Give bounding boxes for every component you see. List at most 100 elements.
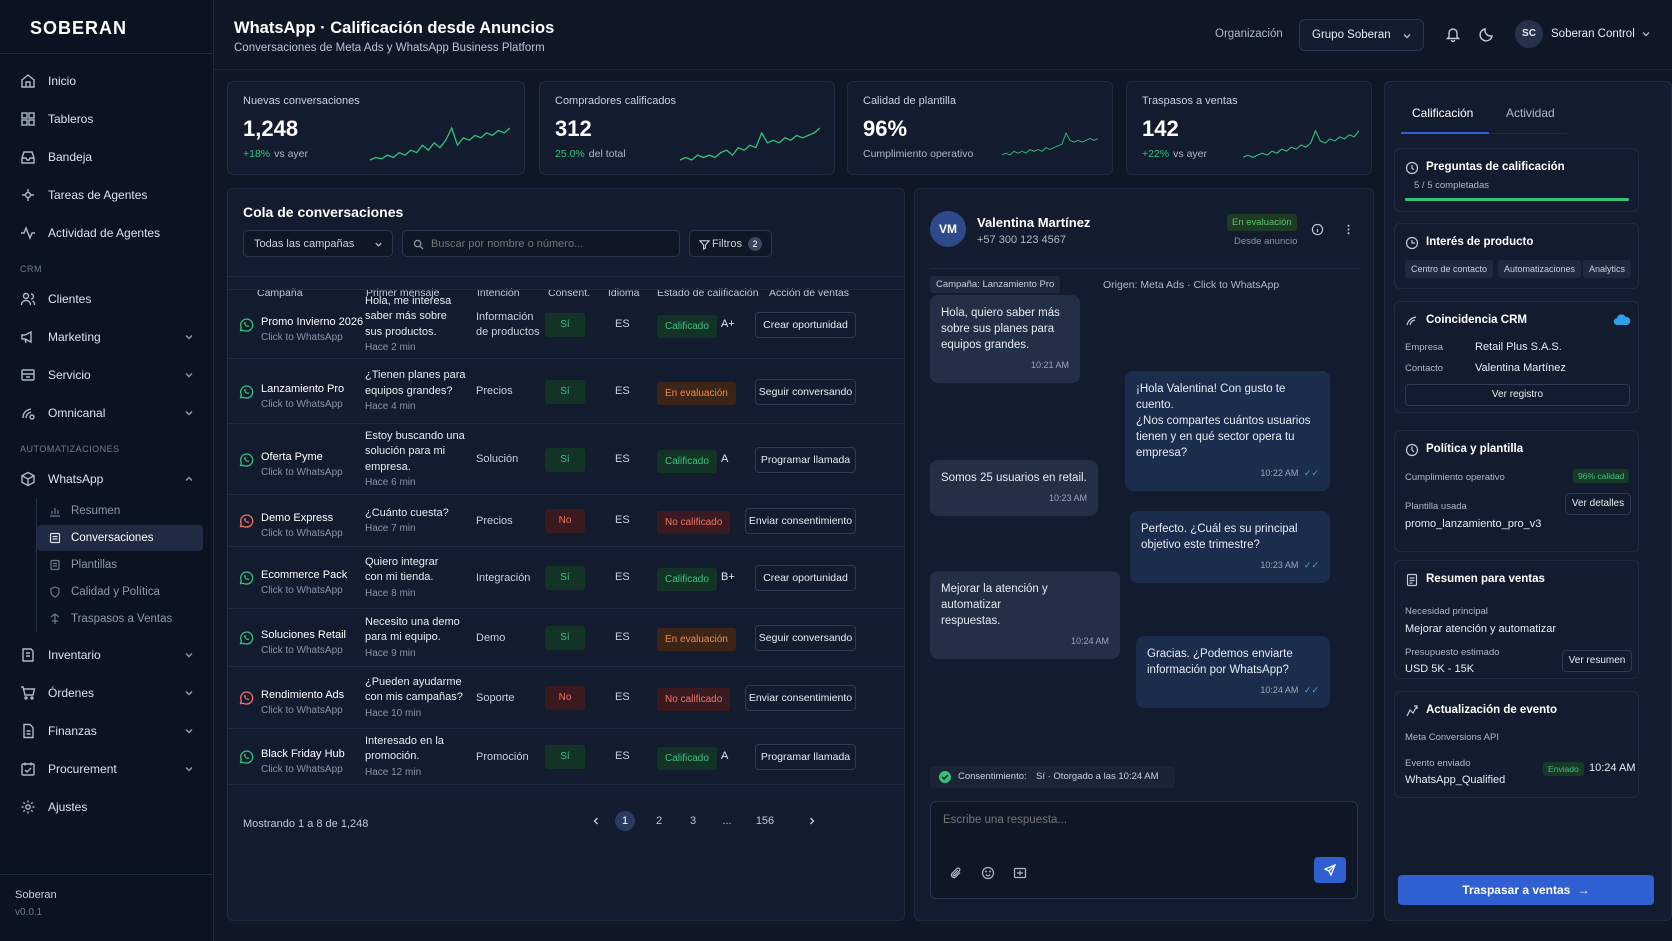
- kpi-delta-note: vs ayer: [1173, 148, 1207, 160]
- omnichannel-icon: [22, 408, 35, 420]
- sidebar-item-ajustes[interactable]: Ajustes: [0, 788, 213, 826]
- user-name[interactable]: Soberan Control: [1551, 28, 1635, 40]
- sidebar-item-whatsapp[interactable]: WhatsApp: [0, 460, 213, 498]
- subnav-item-calidad[interactable]: Calidad y Política: [37, 579, 203, 605]
- table-row[interactable]: Rendimiento Ads Click to WhatsApp ¿Pueden …: [228, 666, 904, 728]
- search-input[interactable]: [431, 236, 671, 252]
- users-icon: [20, 292, 36, 306]
- event-time: 10:24 AM: [1589, 762, 1636, 774]
- first-message-cell: Necesito una demo para mi equipo. Hace 9 m…: [365, 615, 470, 662]
- sidebar-item-tareas-agentes[interactable]: Tareas de Agentes: [0, 176, 213, 214]
- info-icon[interactable]: [1311, 223, 1324, 236]
- page-button-2[interactable]: 2: [649, 811, 669, 831]
- intent-line: Integración: [476, 571, 531, 584]
- subnav-item-conversaciones[interactable]: Conversaciones: [37, 525, 203, 551]
- chevron-right-icon[interactable]: [807, 816, 817, 826]
- sidebar-item-procurement[interactable]: Procurement: [0, 750, 213, 788]
- sidebar-item-actividad-agentes[interactable]: Actividad de Agentes: [0, 214, 213, 252]
- intent-line: Información: [476, 310, 534, 323]
- sidebar-item-inicio[interactable]: Inicio: [0, 62, 213, 100]
- sales-action-button[interactable]: Programar llamada: [755, 446, 856, 473]
- policy-template-value: promo_lanzamiento_pro_v3: [1405, 518, 1542, 530]
- table-row[interactable]: Ecommerce Pack Click to WhatsApp Quiero in…: [228, 546, 904, 608]
- sidebar-item-inventario[interactable]: Inventario: [0, 636, 213, 674]
- user-avatar[interactable]: SC: [1515, 20, 1543, 48]
- table-row[interactable]: Soluciones Retail Click to WhatsApp Necesi…: [228, 608, 904, 666]
- sidebar-item-omnicanal[interactable]: Omnicanal: [0, 394, 213, 432]
- sidebar-item-ordenes[interactable]: Órdenes: [0, 674, 213, 712]
- chevron-left-icon[interactable]: [591, 816, 601, 826]
- subnav-item-label: Traspasos a Ventas: [71, 613, 173, 625]
- sales-action-button[interactable]: Programar llamada: [755, 744, 856, 770]
- sales-action-button[interactable]: Seguir conversando: [755, 625, 856, 651]
- table-row[interactable]: Lanzamiento Pro Click to WhatsApp ¿Tienen …: [228, 358, 904, 423]
- chevron-down-icon: [185, 335, 193, 340]
- message-line: Somos 25 usuarios en retail.: [941, 472, 1087, 484]
- kpi-delta-note: vs ayer: [274, 148, 308, 160]
- sidebar-item-clientes[interactable]: Clientes: [0, 280, 213, 318]
- message-line: ¿Nos compartes cuántos usuarios: [1136, 415, 1311, 427]
- tab-calificacion[interactable]: Calificación: [1412, 106, 1473, 120]
- consent-cell: Sí: [545, 379, 585, 404]
- send-icon: [1324, 864, 1336, 876]
- table-row[interactable]: Demo Express Click to WhatsApp ¿Cuánto cue…: [228, 494, 904, 546]
- view-record-button[interactable]: Ver registro: [1405, 384, 1630, 406]
- sales-action-button[interactable]: Enviar consentimiento: [745, 685, 856, 711]
- more-vertical-icon[interactable]: [1342, 223, 1355, 236]
- reply-input[interactable]: [943, 814, 1343, 844]
- crm-match-section: Coincidencia CRM Empresa Retail Plus S.A…: [1394, 301, 1639, 413]
- chevron-down-icon[interactable]: [1640, 28, 1652, 40]
- tab-actividad[interactable]: Actividad: [1506, 106, 1555, 120]
- crm-company-label: Empresa: [1405, 342, 1444, 353]
- sidebar-item-servicio[interactable]: Servicio: [0, 356, 213, 394]
- incoming-message: Somos 25 usuarios en retail. 10:23 AM: [930, 460, 1098, 516]
- subnav-item-plantillas[interactable]: Plantillas: [37, 552, 203, 578]
- filters-count-badge: 2: [748, 237, 762, 251]
- consent-badge: No: [545, 509, 585, 533]
- sales-action-button[interactable]: Crear oportunidad: [755, 565, 856, 591]
- outgoing-message: Perfecto. ¿Cuál es su principal objetivo …: [1130, 511, 1330, 583]
- campaign-filter-select[interactable]: Todas las campañas: [243, 230, 393, 257]
- kpi-delta: Cumplimiento operativo: [863, 148, 973, 160]
- view-summary-button[interactable]: Ver resumen: [1562, 650, 1632, 672]
- first-message-cell: Quiero integrar con mi tienda. Hace 8 min: [365, 555, 470, 602]
- sidebar-item-finanzas[interactable]: Finanzas: [0, 712, 213, 750]
- page-button-last[interactable]: 156: [750, 811, 780, 831]
- emoji-icon[interactable]: [981, 866, 995, 880]
- sales-action-button[interactable]: Seguir conversando: [755, 378, 856, 405]
- template-insert-icon[interactable]: [1013, 866, 1027, 880]
- search-box[interactable]: [402, 230, 680, 257]
- view-details-button[interactable]: Ver detalles: [1565, 493, 1631, 515]
- consent-cell: Sí: [545, 447, 585, 472]
- sidebar-item-bandeja[interactable]: Bandeja: [0, 138, 213, 176]
- filters-button[interactable]: Filtros 2: [689, 230, 772, 257]
- sales-action-button[interactable]: Crear oportunidad: [755, 311, 856, 338]
- organization-select[interactable]: Grupo Soberan: [1299, 19, 1424, 51]
- sidebar-item-label: Finanzas: [48, 724, 97, 738]
- moon-icon[interactable]: [1479, 26, 1495, 42]
- message-time: 10:23 AM: [1048, 493, 1087, 503]
- page-button-1[interactable]: 1: [615, 811, 635, 831]
- message-time: Hace 8 min: [365, 587, 416, 599]
- kpi-label: Nuevas conversaciones: [243, 95, 360, 107]
- sidebar-item-marketing[interactable]: Marketing: [0, 318, 213, 356]
- handoff-to-sales-button[interactable]: Traspasar a ventas →: [1398, 875, 1654, 905]
- sidebar-item-label: Procurement: [48, 762, 117, 776]
- table-row[interactable]: Promo Invierno 2026 Click to WhatsApp Hola…: [228, 289, 904, 358]
- crm-title: Coincidencia CRM: [1426, 314, 1527, 326]
- table-row[interactable]: Black Friday Hub Click to WhatsApp Interes…: [228, 728, 904, 784]
- paperclip-icon[interactable]: [949, 866, 963, 880]
- bell-icon[interactable]: [1445, 26, 1461, 42]
- subnav-item-resumen[interactable]: Resumen: [37, 498, 203, 524]
- subnav-item-traspasos[interactable]: Traspasos a Ventas: [37, 606, 203, 632]
- page-button-3[interactable]: 3: [683, 811, 703, 831]
- status-badge: Calificado: [657, 747, 717, 770]
- table-row[interactable]: Oferta Pyme Click to WhatsApp Estoy buscan…: [228, 423, 904, 494]
- send-button[interactable]: [1314, 857, 1346, 883]
- message-line: ¿Tienen planes para: [365, 369, 466, 382]
- consent-badge: No: [545, 686, 585, 710]
- sales-action-button[interactable]: Enviar consentimiento: [745, 508, 856, 534]
- sidebar-item-tableros[interactable]: Tableros: [0, 100, 213, 138]
- campaign-name: Black Friday Hub: [261, 748, 345, 760]
- sidebar-item-label: Tareas de Agentes: [48, 188, 148, 202]
